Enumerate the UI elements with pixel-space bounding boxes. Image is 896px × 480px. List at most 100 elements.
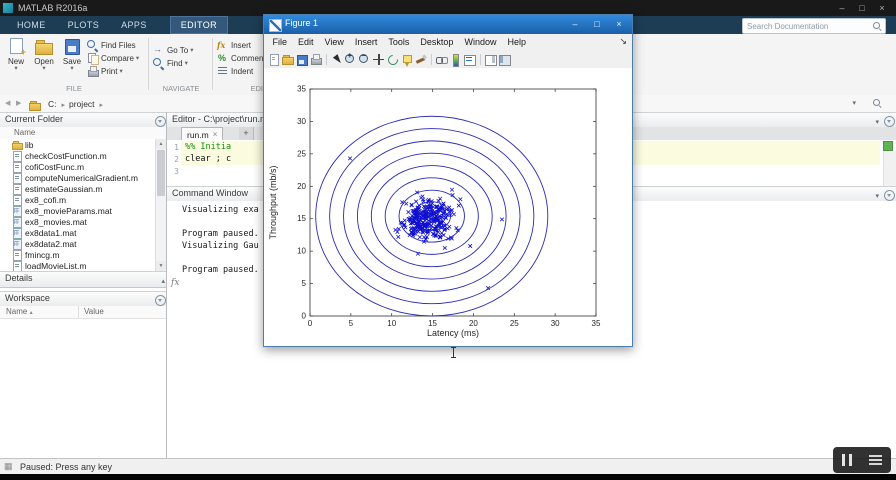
- zoom-out-icon[interactable]: [358, 51, 371, 66]
- computeNumericalGradient.m[interactable]: computeNumericalGradient.m: [0, 172, 166, 184]
- editor-scrollbar[interactable]: [883, 151, 896, 186]
- button-label: Go To: [167, 46, 189, 55]
- scroll-down-icon[interactable]: ▼: [156, 261, 166, 271]
- documentation-search[interactable]: [742, 18, 886, 34]
- pathbar-dropdown-icon[interactable]: ▾: [852, 99, 856, 107]
- figure-menu-desktop[interactable]: Desktop: [415, 37, 459, 47]
- brush-data-icon[interactable]: [414, 53, 427, 66]
- panel-menu-icon[interactable]: [884, 116, 895, 127]
- file-icon: [12, 172, 22, 184]
- edit-plot-icon[interactable]: [330, 53, 343, 66]
- layout-grid-icon[interactable]: ▦: [4, 461, 13, 472]
- print-button[interactable]: Print ▾: [86, 65, 139, 78]
- compare-button[interactable]: Compare ▾: [86, 52, 139, 65]
- video-letterbox-bar: [0, 474, 896, 480]
- close-button[interactable]: ×: [872, 1, 892, 15]
- new-figure-icon[interactable]: [267, 53, 280, 66]
- find-button[interactable]: Find ▾: [152, 57, 193, 70]
- checkCostFunction.m[interactable]: checkCostFunction.m: [0, 150, 166, 162]
- show-plot-tools-icon[interactable]: [498, 53, 511, 66]
- loadMovieList.m[interactable]: loadMovieList.m: [0, 260, 166, 271]
- insert-legend-icon[interactable]: [463, 53, 476, 66]
- tab-editor[interactable]: EDITOR: [169, 16, 228, 34]
- forward-button[interactable]: ▶: [16, 95, 21, 112]
- dropdown-arrow-icon: ▾: [135, 54, 140, 62]
- zoom-in-icon[interactable]: [344, 51, 357, 66]
- tab-apps[interactable]: APPS: [110, 16, 158, 34]
- button-icon: [86, 52, 99, 65]
- go-to-button[interactable]: Go To ▾: [152, 44, 193, 57]
- documentation-search-input[interactable]: [743, 19, 885, 33]
- figure-window[interactable]: Figure 1 – □ × File Edit View Insert Tools De…: [263, 14, 633, 347]
- indent-button[interactable]: Indent: [216, 65, 266, 78]
- video-playlist-button[interactable]: [869, 455, 883, 465]
- editor-tab-runm[interactable]: run.m ×: [181, 127, 224, 141]
- video-pause-button[interactable]: [841, 454, 852, 466]
- code-analyzer-indicator[interactable]: [883, 141, 893, 151]
- figure-minimize-button[interactable]: –: [564, 17, 586, 32]
- scrollbar-thumb[interactable]: [157, 150, 165, 196]
- dock-figure-icon[interactable]: ↘: [619, 36, 627, 47]
- comment-button[interactable]: Comment: [216, 52, 266, 65]
- file-list-scrollbar[interactable]: ▲ ▼: [155, 139, 166, 271]
- tab-plots[interactable]: PLOTS: [57, 16, 111, 34]
- column-divider[interactable]: [78, 306, 79, 318]
- lib[interactable]: lib: [0, 139, 166, 150]
- breadcrumb-item[interactable]: project: [67, 99, 105, 109]
- panel-menu-icon[interactable]: [155, 295, 166, 306]
- figure-menu-insert[interactable]: Insert: [349, 37, 383, 47]
- find-files-button[interactable]: Find Files: [86, 39, 139, 52]
- tab-home[interactable]: HOME: [6, 16, 57, 34]
- scroll-up-icon[interactable]: ▲: [156, 139, 166, 149]
- close-tab-icon[interactable]: ×: [213, 130, 218, 139]
- data-cursor-icon[interactable]: [400, 53, 413, 67]
- cofiCostFunc.m[interactable]: cofiCostFunc.m: [0, 161, 166, 173]
- new-button[interactable]: New ▾: [2, 37, 30, 72]
- open-file-icon[interactable]: [281, 53, 294, 66]
- ex8_movies.mat[interactable]: ex8_movies.mat: [0, 216, 166, 228]
- workspace-name-column[interactable]: Name ▴: [6, 306, 33, 319]
- figure-menu-help[interactable]: Help: [502, 37, 532, 47]
- rotate-3d-icon[interactable]: [386, 53, 399, 66]
- print-figure-icon[interactable]: [309, 53, 322, 66]
- svg-text:Throughput (mb/s): Throughput (mb/s): [268, 165, 278, 239]
- new-tab-button[interactable]: +: [239, 127, 254, 140]
- figure-plot[interactable]: 0 5 10 15 20 25 30 35 0 5 10 15 20 25 30 35 Latency (ms)…: [264, 68, 630, 346]
- panel-menu-icon[interactable]: [155, 116, 166, 127]
- estimateGaussian.m[interactable]: estimateGaussian.m: [0, 183, 166, 195]
- ex8data1.mat[interactable]: ex8data1.mat: [0, 227, 166, 239]
- figure-close-button[interactable]: ×: [608, 17, 630, 32]
- breadcrumb-item[interactable]: C:: [46, 99, 67, 109]
- button-icon: [33, 37, 55, 56]
- fmincg.m[interactable]: fmincg.m: [0, 249, 166, 261]
- code-text: clear ; c: [185, 154, 232, 164]
- pan-icon[interactable]: [372, 53, 385, 66]
- figure-title-bar[interactable]: Figure 1 – □ ×: [264, 15, 632, 34]
- figure-maximize-button[interactable]: □: [586, 17, 608, 32]
- minimize-button[interactable]: –: [832, 1, 852, 15]
- workspace-value-column[interactable]: Value: [84, 306, 104, 318]
- link-plot-icon[interactable]: [435, 53, 448, 66]
- ex8_movieParams.mat[interactable]: ex8_movieParams.mat: [0, 205, 166, 217]
- save-figure-icon[interactable]: [295, 53, 308, 66]
- hide-plot-tools-icon[interactable]: [484, 53, 497, 66]
- open-button[interactable]: Open ▾: [30, 37, 58, 72]
- back-button[interactable]: ◀: [5, 95, 10, 112]
- maximize-button[interactable]: □: [852, 1, 872, 15]
- figure-menu-tools[interactable]: Tools: [383, 37, 415, 47]
- figure-menu-view[interactable]: View: [319, 37, 349, 47]
- figure-menu-window[interactable]: Window: [459, 37, 502, 47]
- ex8_cofi.m[interactable]: ex8_cofi.m: [0, 194, 166, 206]
- insert-colorbar-icon[interactable]: [449, 53, 462, 67]
- figure-menu-file[interactable]: File: [267, 37, 293, 47]
- file-name: ex8_cofi.m: [25, 194, 67, 205]
- ex8data2.mat[interactable]: ex8data2.mat: [0, 238, 166, 250]
- save-button[interactable]: Save ▾: [58, 37, 86, 72]
- figure-menu-edit[interactable]: Edit: [293, 37, 320, 47]
- panel-menu-icon[interactable]: [884, 190, 895, 201]
- insert-button[interactable]: Insert: [216, 39, 266, 52]
- details-header[interactable]: Details ▴: [0, 271, 171, 288]
- browse-folder-icon[interactable]: [28, 99, 41, 111]
- collapse-chevron-icon[interactable]: ▴: [161, 275, 165, 288]
- pathbar-search-icon[interactable]: [872, 98, 882, 108]
